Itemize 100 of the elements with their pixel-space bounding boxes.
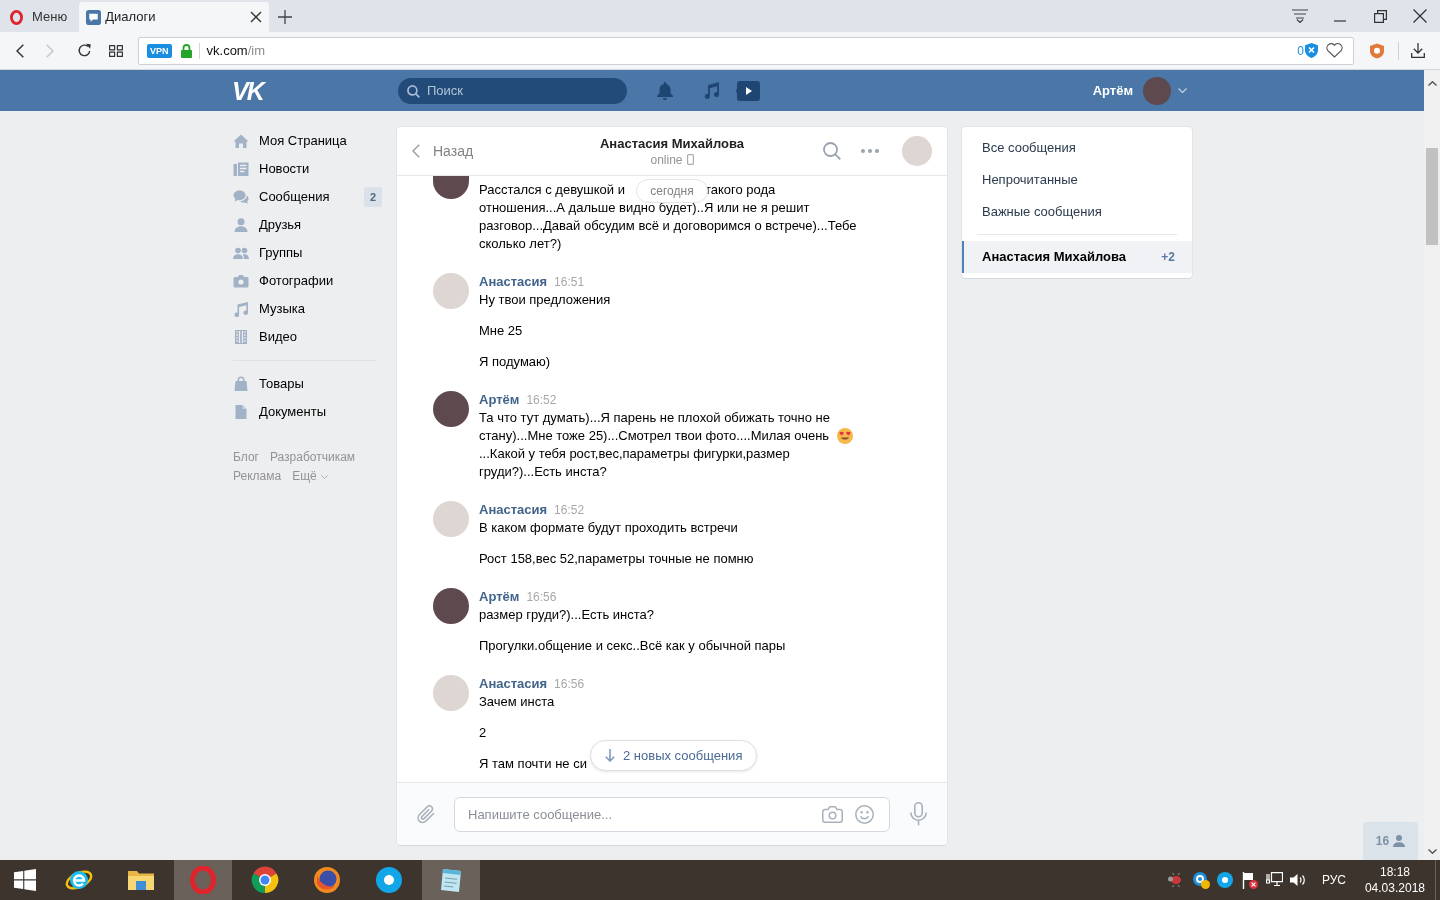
address-field[interactable]: VPN vk.com/im 0 bbox=[138, 36, 1354, 65]
dots-icon bbox=[861, 149, 879, 153]
sender-name[interactable]: Анастасия bbox=[479, 675, 548, 693]
message-time: 16:56 bbox=[526, 589, 557, 606]
heart-eyes-icon bbox=[837, 428, 853, 444]
scroll-down-icon[interactable] bbox=[1427, 849, 1437, 854]
orb-icon bbox=[375, 866, 403, 894]
back-button[interactable]: Назад bbox=[412, 140, 474, 162]
search-button[interactable] bbox=[823, 142, 841, 160]
sidebar-item[interactable]: Видео bbox=[231, 323, 382, 351]
sidebar-item[interactable]: Фотографии bbox=[231, 267, 382, 295]
film-icon bbox=[233, 329, 249, 345]
more-button[interactable] bbox=[861, 149, 879, 153]
swirl-globe-icon bbox=[313, 866, 341, 894]
person-icon bbox=[233, 217, 249, 233]
ring-icon bbox=[190, 866, 216, 894]
close-icon bbox=[1413, 9, 1427, 23]
online-status: online bbox=[650, 151, 683, 168]
message-text: Расстался с девушкой и bbox=[479, 181, 625, 199]
sidebar-item[interactable]: Сообщения 2 bbox=[231, 183, 382, 211]
user-menu-button[interactable]: Артём bbox=[1092, 76, 1187, 105]
grid-icon bbox=[109, 44, 123, 57]
avatar-photo bbox=[1143, 76, 1171, 105]
music-note-icon bbox=[703, 82, 719, 99]
sidebar-item[interactable]: Друзья bbox=[231, 211, 382, 239]
avatar-photo[interactable] bbox=[433, 176, 469, 199]
network-icon[interactable] bbox=[1265, 872, 1283, 888]
sender-name[interactable]: Артём bbox=[479, 391, 520, 409]
filter-item[interactable]: Все сообщения bbox=[962, 132, 1192, 164]
avatar-photo[interactable] bbox=[433, 588, 469, 624]
message-text: 2 bbox=[479, 724, 487, 742]
camera-icon bbox=[233, 273, 249, 289]
message-text: Рост 158,вес 52,параметры точные не помню bbox=[479, 550, 754, 568]
message-text: Та что тут думать)...Я парень не плохой обижать точно не стану)...Мне тоже 25)...Смотрел твои фото....Милая очень bbox=[479, 409, 831, 445]
message-text: В каком формате будут проходить встречи bbox=[479, 519, 738, 537]
language-indicator[interactable]: РУС bbox=[1321, 871, 1346, 889]
sidebar-item[interactable]: Музыка bbox=[231, 295, 382, 323]
tab-close-button[interactable] bbox=[249, 10, 263, 24]
menu-button[interactable]: Меню bbox=[0, 2, 72, 32]
search-field[interactable]: Поиск bbox=[398, 77, 627, 104]
bug-icon[interactable] bbox=[1166, 873, 1183, 887]
warning-badge-icon[interactable] bbox=[1192, 871, 1210, 889]
message-time: 16:52 bbox=[554, 502, 585, 519]
new-tab-button[interactable] bbox=[278, 10, 293, 24]
home-icon bbox=[233, 133, 249, 149]
bag-icon bbox=[233, 376, 249, 392]
conversation-item[interactable]: Анастасия Михайлова +2 bbox=[962, 241, 1192, 273]
blocked-count: 0 bbox=[1297, 42, 1304, 60]
clock-button[interactable]: 18:18 04.03.2018 bbox=[1364, 864, 1425, 896]
chat-title[interactable]: Анастасия Михайлова bbox=[599, 134, 745, 152]
avatar-photo[interactable] bbox=[433, 391, 469, 427]
browser-tab[interactable]: Диалоги bbox=[79, 2, 270, 32]
sidebar-item[interactable]: Группы bbox=[231, 239, 382, 267]
filter-item[interactable]: Непрочитанные bbox=[962, 164, 1192, 196]
close-icon bbox=[249, 11, 262, 23]
video-button[interactable] bbox=[736, 80, 760, 101]
adblock-button[interactable] bbox=[1369, 42, 1385, 59]
scroll-up-icon[interactable] bbox=[1427, 81, 1437, 86]
chevron-down-icon bbox=[1178, 88, 1187, 93]
lock-icon bbox=[180, 43, 192, 58]
sender-name[interactable]: Анастасия bbox=[479, 273, 548, 291]
scrollbar-thumb[interactable] bbox=[1426, 148, 1438, 245]
bell-icon bbox=[657, 81, 673, 100]
url-text: vk.com/im bbox=[206, 41, 266, 60]
date-label: сегодня bbox=[636, 179, 708, 203]
search-icon bbox=[407, 84, 420, 98]
scrollbar[interactable] bbox=[1424, 70, 1440, 860]
minimize-icon bbox=[1334, 20, 1346, 22]
speech-bubbles-icon bbox=[233, 189, 249, 205]
sidebar-item[interactable]: Моя Страница bbox=[231, 127, 382, 155]
new-messages-button[interactable]: 2 новых сообщения bbox=[590, 740, 758, 771]
sender-name[interactable]: Артём bbox=[479, 588, 520, 606]
unread-badge: 2 bbox=[364, 187, 382, 207]
download-button[interactable] bbox=[1411, 43, 1425, 58]
sidebar-item[interactable]: Товары bbox=[231, 370, 382, 398]
filter-item[interactable]: Важные сообщения bbox=[962, 196, 1192, 228]
shield-ring-icon bbox=[1369, 42, 1385, 59]
stacked-lines-icon bbox=[1292, 9, 1308, 23]
site-logo[interactable]: VK bbox=[232, 76, 263, 105]
message-text: Прогулки.общение и секс..Всё как у обычной пары bbox=[479, 637, 786, 655]
shield-icon[interactable] bbox=[1305, 43, 1318, 58]
orb-icon[interactable] bbox=[1216, 872, 1233, 888]
message-time: 16:52 bbox=[526, 392, 557, 409]
reload-icon bbox=[76, 43, 92, 58]
microphone-icon bbox=[910, 802, 927, 826]
smile-icon bbox=[855, 804, 874, 824]
sidebar-item[interactable]: Новости bbox=[231, 155, 382, 183]
camera-icon bbox=[822, 805, 843, 823]
document-icon bbox=[233, 404, 249, 420]
play-icon bbox=[736, 80, 760, 101]
newspaper-icon bbox=[233, 161, 249, 177]
message-text: Мне 25 bbox=[479, 322, 523, 340]
speaker-icon[interactable] bbox=[1289, 873, 1306, 887]
back-icon bbox=[16, 43, 24, 58]
flag-icon[interactable] bbox=[1241, 871, 1258, 889]
vpn-badge[interactable]: VPN bbox=[147, 43, 172, 58]
bookmark-button[interactable] bbox=[1326, 43, 1343, 58]
back-icon bbox=[412, 144, 420, 158]
sidebar-item[interactable]: Документы bbox=[231, 398, 382, 426]
sender-name[interactable]: Анастасия bbox=[479, 501, 548, 519]
